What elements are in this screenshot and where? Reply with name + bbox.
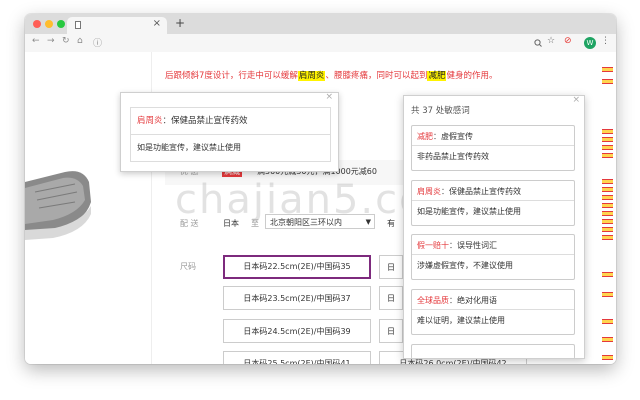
notice-text-2: 、腰膝疼痛，同时可以起到 bbox=[325, 71, 428, 81]
home-icon[interactable]: ⌂ bbox=[77, 36, 83, 46]
highlighted-keyword[interactable]: 减肥 bbox=[427, 71, 447, 81]
keyword-marker[interactable] bbox=[602, 227, 613, 232]
card-divider bbox=[412, 145, 574, 146]
card-category: 虚假宣传 bbox=[441, 132, 473, 141]
tab-close-icon[interactable]: × bbox=[153, 18, 161, 29]
info-icon[interactable]: ⓘ bbox=[93, 36, 102, 49]
star-icon[interactable]: ☆ bbox=[547, 36, 555, 46]
zoom-icon[interactable] bbox=[534, 39, 542, 47]
product-description: 后跟倾斜7度设计，行走中可以缓解肩周炎、腰膝疼痛，同时可以起到减肥健身的作用。 bbox=[165, 69, 497, 81]
size-option[interactable]: 日 bbox=[379, 286, 403, 310]
close-icon[interactable]: × bbox=[325, 92, 333, 102]
size-option[interactable]: 日本码25.5cm(2E)/中国码41 bbox=[223, 351, 371, 364]
card-divider bbox=[412, 254, 574, 255]
keyword-tooltip: × 肩周炎：保健品禁止宣传药效 如是功能宣传，建议禁止使用 bbox=[120, 92, 339, 172]
card-keyword: 假一赔十 bbox=[417, 241, 449, 250]
keyword-marker[interactable] bbox=[602, 187, 613, 192]
tooltip-card: 肩周炎：保健品禁止宣传药效 如是功能宣传，建议禁止使用 bbox=[130, 107, 331, 162]
keyword-marker[interactable] bbox=[602, 219, 613, 224]
keyword-marker[interactable] bbox=[602, 355, 613, 360]
tooltip-separator: ： bbox=[162, 116, 172, 126]
back-icon[interactable]: ← bbox=[32, 36, 40, 46]
keyword-card[interactable]: 减肥：虚假宣传 非药品禁止宣传药效 bbox=[411, 125, 575, 171]
keyword-marker[interactable] bbox=[602, 145, 613, 150]
card-separator: ： bbox=[433, 132, 441, 141]
browser-tab[interactable]: × bbox=[67, 17, 167, 34]
avatar[interactable]: W bbox=[584, 37, 596, 49]
card-divider bbox=[412, 309, 574, 310]
keyword-marker[interactable] bbox=[602, 179, 613, 184]
keyword-card[interactable]: 肩周炎：保健品禁止宣传药效 如是功能宣传，建议禁止使用 bbox=[411, 180, 575, 226]
keyword-marker[interactable] bbox=[602, 129, 613, 134]
size-option[interactable]: 日本码24.5cm(2E)/中国码39 bbox=[223, 319, 371, 343]
keyword-marker[interactable] bbox=[602, 319, 613, 324]
keyword-marker[interactable] bbox=[602, 272, 613, 277]
shoe-image bbox=[25, 171, 91, 240]
new-tab-button[interactable]: + bbox=[175, 16, 185, 30]
size-option[interactable]: 日 bbox=[379, 255, 403, 279]
keyword-marker[interactable] bbox=[602, 203, 613, 208]
card-keyword: 减肥 bbox=[417, 132, 433, 141]
minimize-window-button[interactable] bbox=[45, 20, 53, 28]
keyword-marker[interactable] bbox=[602, 67, 613, 72]
tooltip-keyword: 肩周炎 bbox=[137, 116, 163, 126]
product-page: 后跟倾斜7度设计，行走中可以缓解肩周炎、腰膝疼痛，同时可以起到减肥健身的作用。 … bbox=[25, 52, 616, 364]
keyword-marker[interactable] bbox=[602, 137, 613, 142]
browser-toolbar: ← → ↻ ⌂ ⓘ ☆ ⊘ W ⋮ bbox=[25, 34, 616, 53]
close-window-button[interactable] bbox=[33, 20, 41, 28]
stop-icon[interactable]: ⊘ bbox=[564, 36, 572, 46]
card-note: 非药品禁止宣传药效 bbox=[417, 152, 489, 161]
tab-bar: × + bbox=[25, 14, 616, 34]
highlighted-keyword[interactable]: 肩周炎 bbox=[297, 71, 326, 81]
card-separator: ： bbox=[441, 187, 449, 196]
close-icon[interactable]: × bbox=[572, 95, 580, 105]
reload-icon[interactable]: ↻ bbox=[62, 36, 70, 46]
keyword-marker[interactable] bbox=[602, 337, 613, 342]
card-note: 难以证明，建议禁止使用 bbox=[417, 316, 505, 325]
card-category: 误导性词汇 bbox=[457, 241, 497, 250]
maximize-window-button[interactable] bbox=[57, 20, 65, 28]
notice-text-3: 健身的作用。 bbox=[446, 71, 498, 81]
size-label: 尺码 bbox=[180, 262, 196, 271]
sensitive-words-panel: × 共 37 处敏感词 减肥：虚假宣传 非药品禁止宣传药效 肩周炎：保健品禁止宣… bbox=[403, 95, 585, 359]
panel-title: 共 37 处敏感词 bbox=[411, 106, 470, 116]
keyword-marker[interactable] bbox=[602, 79, 613, 84]
card-category: 绝对化用语 bbox=[457, 296, 497, 305]
tooltip-header: 肩周炎：保健品禁止宣传药效 bbox=[131, 108, 330, 135]
notice-text-1: 后跟倾斜7度设计，行走中可以缓解 bbox=[165, 71, 298, 81]
keyword-markers bbox=[602, 67, 613, 364]
menu-icon[interactable]: ⋮ bbox=[601, 36, 610, 46]
card-separator: ： bbox=[449, 241, 457, 250]
keyword-marker[interactable] bbox=[602, 211, 613, 216]
card-keyword: 肩周炎 bbox=[417, 187, 441, 196]
keyword-card[interactable]: 全球品质：绝对化用语 难以证明，建议禁止使用 bbox=[411, 289, 575, 335]
keyword-card[interactable] bbox=[411, 344, 575, 359]
forward-icon[interactable]: → bbox=[47, 36, 55, 46]
card-note: 如是功能宣传，建议禁止使用 bbox=[417, 207, 521, 216]
page-icon bbox=[75, 21, 81, 29]
card-divider bbox=[412, 200, 574, 201]
tooltip-note: 如是功能宣传，建议禁止使用 bbox=[137, 143, 241, 152]
card-category: 保健品禁止宣传药效 bbox=[449, 187, 521, 196]
size-option[interactable]: 日 bbox=[379, 319, 403, 343]
card-keyword: 全球品质 bbox=[417, 296, 449, 305]
card-separator: ： bbox=[449, 296, 457, 305]
size-option[interactable]: 日本码22.5cm(2E)/中国码35 bbox=[223, 255, 371, 279]
card-note: 涉嫌虚假宣传，不建议使用 bbox=[417, 261, 513, 270]
keyword-marker[interactable] bbox=[602, 195, 613, 200]
keyword-marker[interactable] bbox=[602, 235, 613, 240]
keyword-marker[interactable] bbox=[602, 292, 613, 297]
browser-window: × + ← → ↻ ⌂ ⓘ ☆ ⊘ W ⋮ 后跟倾斜7度设计，行走中可以缓解肩周… bbox=[25, 14, 616, 364]
size-option[interactable]: 日本码23.5cm(2E)/中国码37 bbox=[223, 286, 371, 310]
tooltip-category: 保健品禁止宣传药效 bbox=[171, 116, 248, 126]
keyword-marker[interactable] bbox=[602, 153, 613, 158]
keyword-card[interactable]: 假一赔十：误导性词汇 涉嫌虚假宣传，不建议使用 bbox=[411, 234, 575, 280]
